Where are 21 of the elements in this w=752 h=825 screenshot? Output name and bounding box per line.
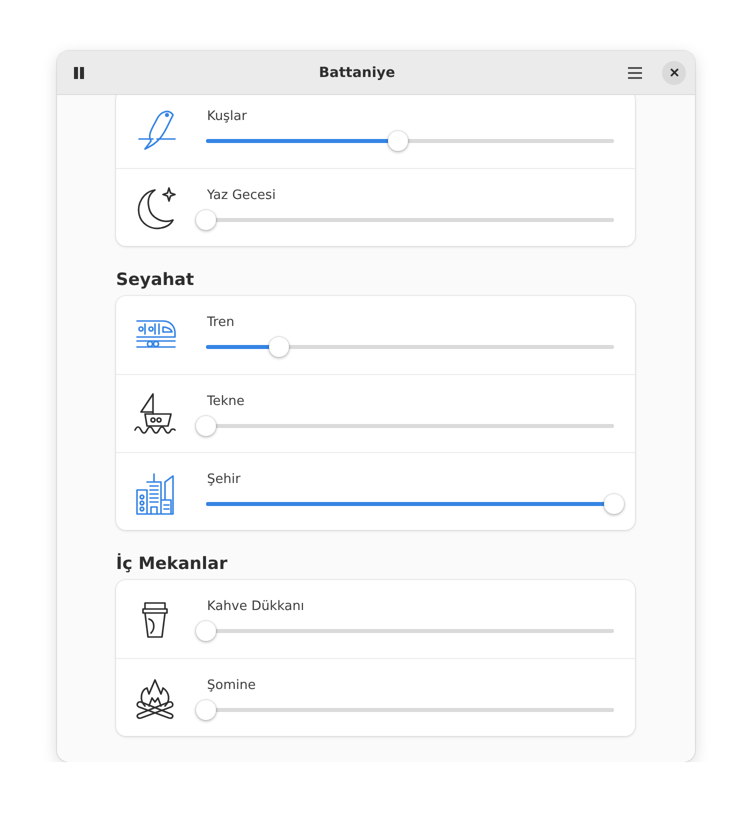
slider-thumb[interactable] [269,337,290,357]
sound-label: Tekne [207,394,244,410]
window-title: Battaniye [318,64,396,80]
slider-thumb[interactable] [196,621,216,641]
section-heading: Seyahat [116,269,196,290]
slider-thumb[interactable] [196,700,216,720]
slider-thumb[interactable] [196,210,216,230]
sound-label: Tren [207,315,234,331]
sound-label: Şehir [207,472,240,488]
sound-label: Şomine [207,678,256,694]
sound-label: Kuşlar [207,109,247,125]
menu-icon [628,66,642,78]
sound-label: Kahve Dükkanı [207,599,304,615]
close-icon [670,68,678,77]
slider-thumb[interactable] [388,131,408,151]
close-button[interactable] [662,60,686,84]
section-heading: İç Mekanlar [116,552,228,574]
slider-thumb[interactable] [196,416,216,436]
sound-label: Yaz Gecesi [207,188,276,204]
slider-thumb[interactable] [604,494,624,514]
pause-icon [73,66,85,78]
